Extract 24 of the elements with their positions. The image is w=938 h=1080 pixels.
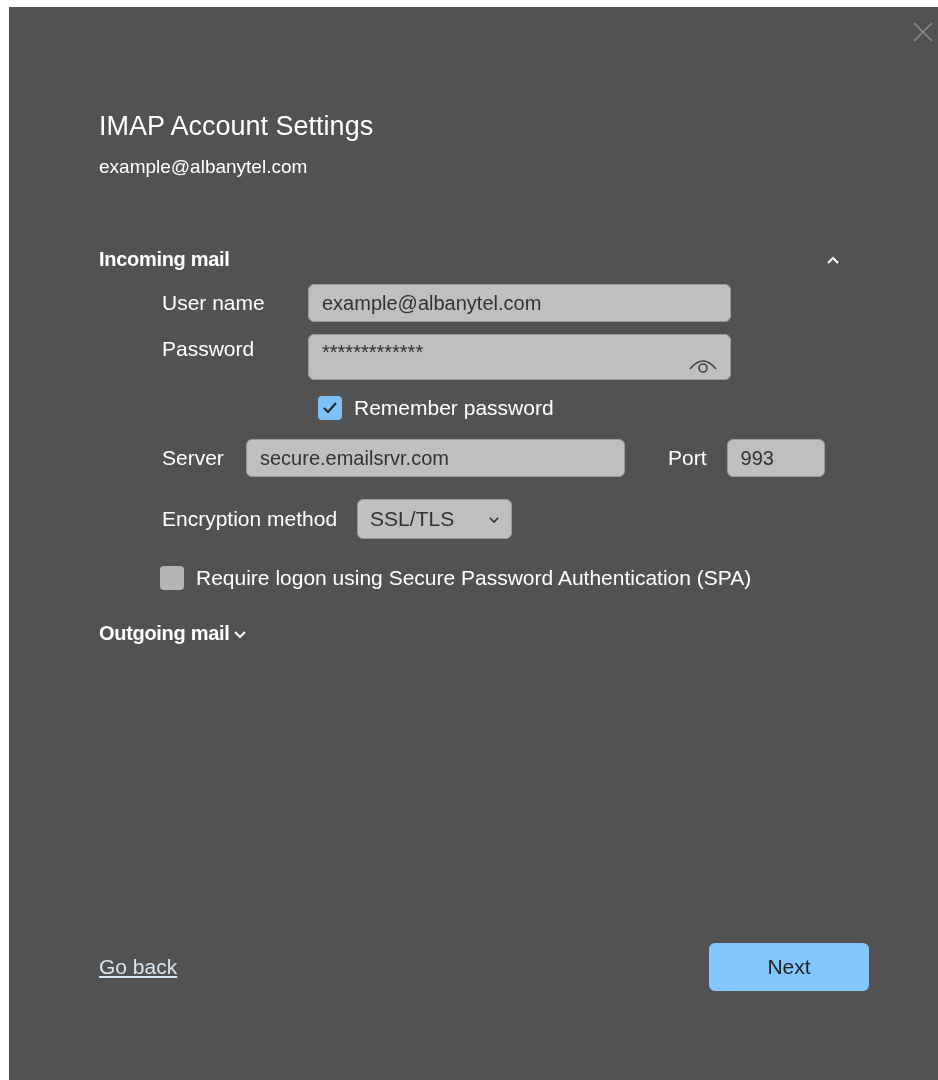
go-back-link[interactable]: Go back: [99, 955, 178, 979]
dropdown-chevron-icon[interactable]: [489, 515, 500, 523]
username-field[interactable]: example@albanytel.com: [308, 284, 731, 322]
section-header[interactable]: Outgoing mail: [99, 622, 230, 645]
port-field[interactable]: 993: [726, 439, 825, 477]
server-field[interactable]: secure.emailsrvr.com: [246, 439, 625, 477]
field-label: Server: [162, 446, 225, 470]
field-label: Password: [162, 337, 256, 361]
checkbox-label: Remember password: [354, 396, 554, 420]
checkbox[interactable]: [318, 396, 342, 420]
password-field[interactable]: *************: [308, 334, 731, 380]
dialog-title: IMAP Account Settings: [99, 111, 375, 142]
checkbox[interactable]: [160, 566, 184, 590]
field-label: Encryption method: [162, 507, 338, 531]
field-label: User name: [162, 291, 266, 315]
chevron-icon[interactable]: [233, 629, 246, 638]
next-button[interactable]: Next: [709, 943, 869, 991]
encryption-dropdown[interactable]: SSL/TLS: [357, 499, 513, 539]
checkmark-icon: [322, 401, 338, 415]
checkbox-label: Require logon using Secure Password Authentication (SPA): [196, 566, 752, 590]
field-label: Port: [668, 446, 707, 470]
section-header[interactable]: Incoming mail: [99, 248, 230, 271]
chevron-icon[interactable]: [827, 255, 839, 264]
account-email: example@albanytel.com: [99, 156, 309, 178]
